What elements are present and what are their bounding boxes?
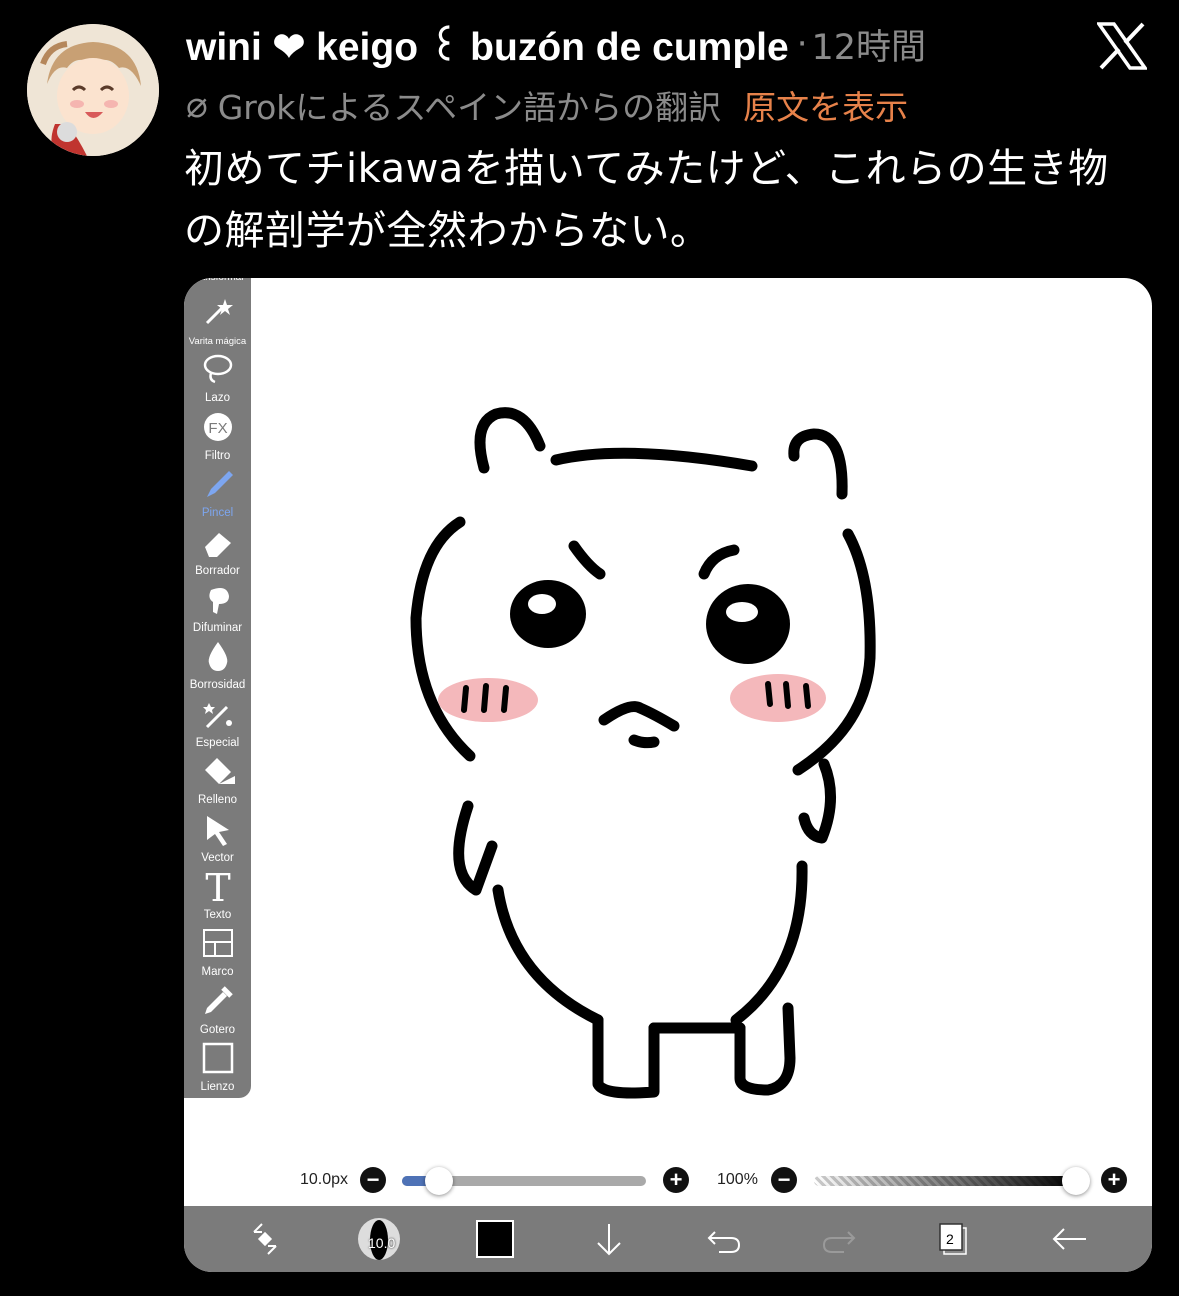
- tool-texto[interactable]: T Texto: [184, 866, 251, 923]
- tool-label: Difuminar: [192, 622, 243, 634]
- brush-size-value: 10.0px: [300, 1171, 349, 1188]
- avatar[interactable]: [27, 24, 159, 156]
- tool-relleno[interactable]: Relleno: [184, 751, 251, 808]
- tool-label: Varita mágica: [188, 336, 247, 347]
- display-name[interactable]: wini ❤ keigo ꒰ buzón de cumple: [186, 18, 789, 70]
- fill-bucket-icon: [205, 758, 235, 785]
- brush-size-minus-button[interactable]: −: [360, 1167, 386, 1193]
- tweet-text-line-2: の解剖学が全然わからない。: [184, 208, 711, 254]
- tool-borrosidad[interactable]: Borrosidad: [184, 636, 251, 693]
- eraser-icon: [205, 532, 231, 557]
- color-swatch[interactable]: [472, 1216, 518, 1262]
- layers-icon[interactable]: 2: [930, 1216, 976, 1262]
- tool-label: Pincel: [201, 507, 234, 520]
- tweet-media-image[interactable]: Transformar Varita mágica Lazo FX Filtro Pinc…: [184, 278, 1152, 1272]
- tool-label: Especial: [195, 736, 240, 749]
- tool-varita-m-gica[interactable]: Varita mágica: [184, 292, 251, 349]
- opacity-slider[interactable]: [814, 1176, 1076, 1186]
- translation-notice: ⌀ Grokによるスペイン語からの翻訳 原文を表示: [186, 80, 908, 130]
- tool-gotero[interactable]: Gotero: [184, 981, 251, 1038]
- tweet-text-line-1: 初めてチikawaを描いてみたけど、これらの生き物: [184, 146, 1109, 192]
- tool-transform-label[interactable]: Transformar: [184, 278, 251, 283]
- brush-size-plus-button[interactable]: +: [663, 1167, 689, 1193]
- tool-label: Marco: [201, 966, 234, 979]
- tool-lazo[interactable]: Lazo: [184, 349, 251, 406]
- timestamp[interactable]: 12時間: [812, 19, 927, 70]
- opacity-minus-button[interactable]: −: [771, 1167, 797, 1193]
- translation-label: Grokによるスペイン語からの翻訳: [217, 88, 722, 127]
- tool-especial[interactable]: Especial: [184, 694, 251, 751]
- tool-borrador[interactable]: Borrador: [184, 522, 251, 579]
- canvas-icon: [202, 1042, 234, 1074]
- magic-wand-icon: [205, 299, 233, 325]
- svg-text:FX: FX: [208, 420, 227, 437]
- grok-icon: ⌀: [186, 84, 208, 126]
- tool-lienzo[interactable]: Lienzo: [184, 1038, 251, 1095]
- brush-size-knob[interactable]: [424, 1167, 453, 1195]
- tool-filtro[interactable]: FX Filtro: [184, 407, 251, 464]
- lasso-icon: [203, 355, 233, 384]
- back-arrow-icon[interactable]: [1046, 1216, 1092, 1262]
- redo-icon[interactable]: [816, 1216, 862, 1262]
- tool-label: Lazo: [205, 392, 230, 405]
- special-wand-icon: [203, 702, 232, 728]
- eyedropper-icon: [205, 986, 233, 1014]
- tool-palette: Transformar Varita mágica Lazo FX Filtro Pinc…: [184, 278, 251, 1098]
- blur-drop-icon: [208, 642, 228, 672]
- tool-vector[interactable]: Vector: [184, 809, 251, 866]
- tool-label: Borrador: [195, 564, 240, 577]
- drawing-canvas[interactable]: [184, 278, 1152, 1272]
- tool-marco[interactable]: Marco: [184, 923, 251, 980]
- svg-text:T: T: [205, 869, 230, 903]
- frame-icon: [203, 929, 233, 958]
- layer-count: 2: [946, 1231, 954, 1247]
- brush-slider-row: 10.0px − + 100% − +: [184, 1160, 1152, 1200]
- transform-swap-icon[interactable]: [242, 1216, 288, 1262]
- opacity-knob[interactable]: [1062, 1167, 1090, 1195]
- avatar-image: [27, 24, 159, 156]
- tool-difuminar[interactable]: Difuminar: [184, 579, 251, 636]
- brush-icon: [207, 471, 233, 498]
- opacity-plus-button[interactable]: +: [1101, 1167, 1127, 1193]
- opacity-value: 100%: [717, 1171, 758, 1188]
- tweet-header: wini ❤ keigo ꒰ buzón de cumple · 12時間: [186, 18, 926, 70]
- text-T-icon: T: [205, 869, 230, 903]
- undo-icon[interactable]: [701, 1216, 747, 1262]
- tool-label: Borrosidad: [189, 679, 246, 692]
- tool-label: Texto: [203, 909, 232, 921]
- tool-label: Gotero: [199, 1023, 236, 1036]
- vector-arrow-icon: [207, 815, 229, 846]
- smudge-icon: [209, 588, 229, 614]
- download-arrow-icon[interactable]: [586, 1216, 632, 1262]
- tool-label: Lienzo: [200, 1081, 235, 1094]
- brush-preview-icon[interactable]: 10.0: [356, 1216, 402, 1262]
- bottom-toolbar: 10.0 2: [184, 1206, 1152, 1272]
- show-original-link[interactable]: 原文を表示: [743, 81, 908, 129]
- tool-label: Vector: [201, 851, 234, 864]
- tool-label: Relleno: [198, 794, 237, 807]
- brush-preview-label: 10.0: [368, 1235, 396, 1251]
- fx-icon: FX: [204, 412, 232, 441]
- tweet-text: 初めてチikawaを描いてみたけど、これらの生き物 の解剖学が全然わからない。: [184, 138, 1159, 262]
- x-logo-icon[interactable]: [1097, 22, 1147, 70]
- tool-label: Filtro: [204, 449, 231, 462]
- tool-pincel[interactable]: Pincel: [184, 464, 251, 521]
- separator-dot: ·: [796, 24, 808, 64]
